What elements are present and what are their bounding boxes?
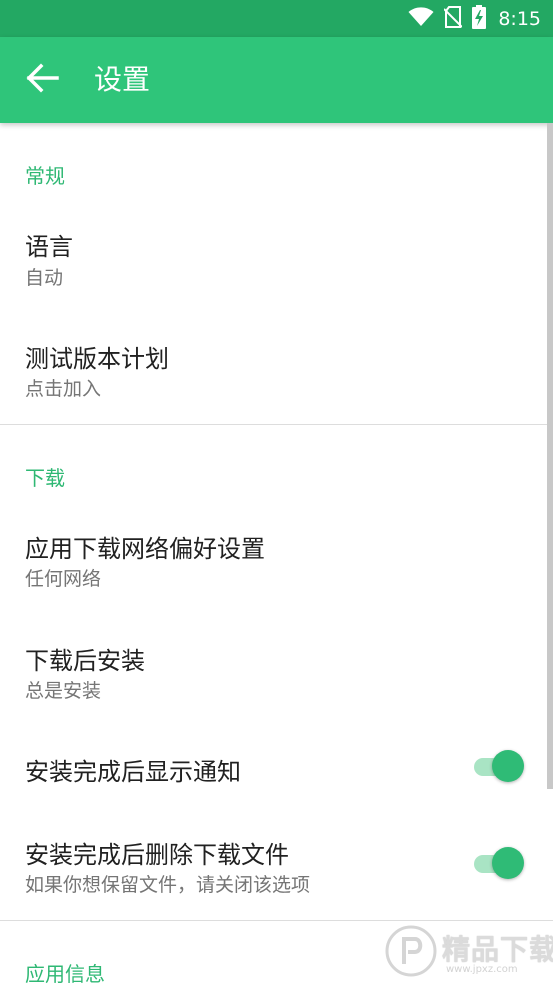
setting-title: 下载后安装 [25,647,145,675]
wifi-icon [408,6,434,31]
section-header-general: 常规 [25,164,65,188]
setting-delete-after-install[interactable]: 安装完成后删除下载文件 如果你想保留文件，请关闭该选项 [0,815,553,915]
setting-title: 应用下载网络偏好设置 [25,535,265,563]
page-title: 设置 [94,63,151,96]
watermark-url: www.jpxz.com [446,964,518,975]
toggle-thumb [492,750,524,782]
status-icons: 8:15 [408,0,541,37]
back-button[interactable] [20,58,64,102]
setting-download-network[interactable]: 应用下载网络偏好设置 任何网络 [0,508,553,612]
watermark-text: 精品下载 [442,933,553,966]
battery-charging-icon [472,4,487,33]
section-header-download: 下载 [25,466,65,490]
delete-file-toggle[interactable] [474,847,524,881]
setting-title: 语言 [25,233,73,261]
setting-value: 点击加入 [25,378,102,400]
status-time: 8:15 [498,7,541,30]
setting-value: 自动 [25,267,64,289]
scrollbar[interactable] [547,123,553,789]
setting-value: 任何网络 [25,568,102,590]
divider [0,920,553,921]
setting-title: 测试版本计划 [25,345,169,373]
toggle-thumb [492,847,524,879]
setting-show-notification[interactable]: 安装完成后显示通知 [0,730,553,808]
setting-beta-program[interactable]: 测试版本计划 点击加入 [0,318,553,422]
watermark: 精品下载 www.jpxz.com [384,922,553,980]
setting-install-after-download[interactable]: 下载后安装 总是安装 [0,620,553,724]
status-bar: 8:15 [0,0,553,37]
notification-toggle[interactable] [474,750,524,784]
no-sim-icon [443,5,464,32]
setting-language[interactable]: 语言 自动 [0,207,553,311]
setting-title: 安装完成后删除下载文件 [25,841,289,869]
setting-value: 总是安装 [25,680,102,702]
arrow-left-icon [25,63,59,97]
app-bar: 设置 [0,37,553,123]
divider [0,424,553,425]
setting-description: 如果你想保留文件，请关闭该选项 [25,874,311,896]
setting-title: 安装完成后显示通知 [25,758,241,786]
